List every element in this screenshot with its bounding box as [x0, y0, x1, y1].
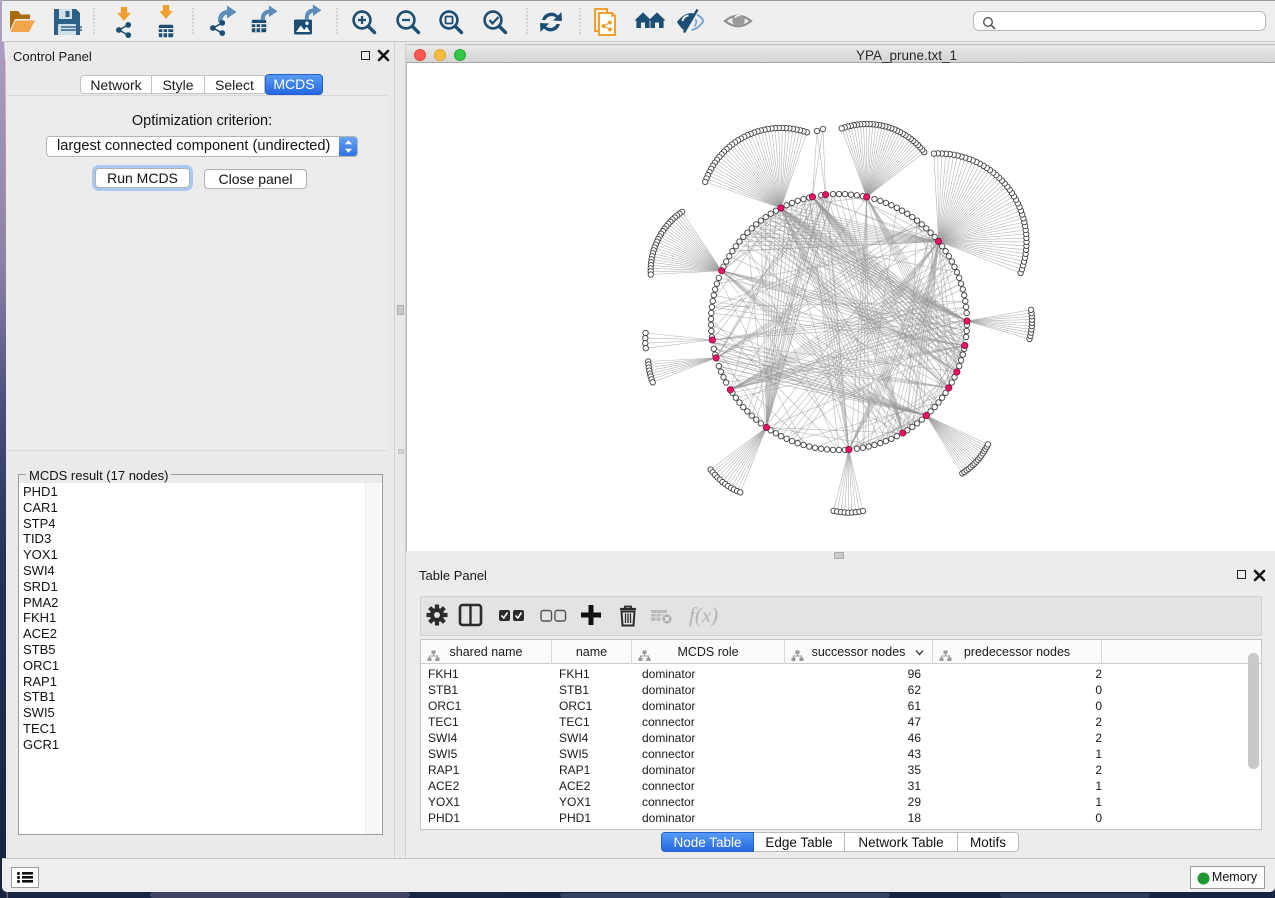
svg-text:f(x): f(x) — [689, 603, 718, 627]
